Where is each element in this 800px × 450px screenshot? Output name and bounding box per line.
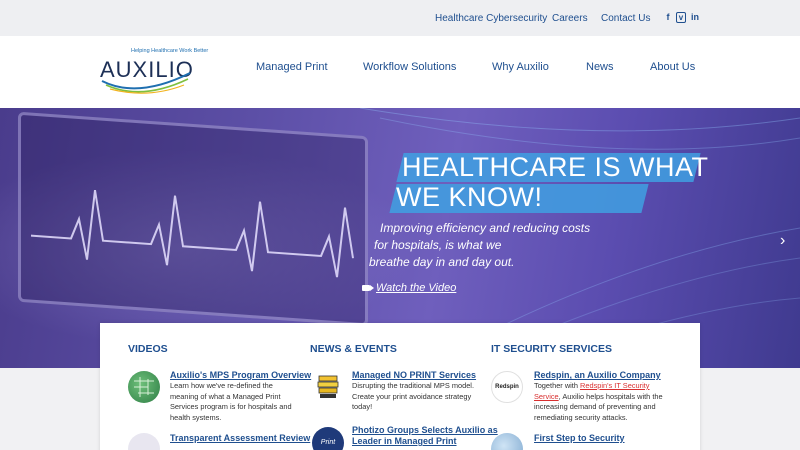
no-print-thumbnail[interactable]: [312, 370, 344, 402]
contact-us-link[interactable]: Contact Us: [601, 13, 650, 24]
print-thumbnail[interactable]: Print: [312, 427, 344, 450]
redspin-logo-thumbnail[interactable]: Redspin: [491, 371, 523, 403]
photizo-title-line1: Photizo Groups Selects Auxilio as: [352, 425, 498, 435]
photizo-title-line2: Leader in Managed Print: [352, 436, 457, 446]
video-camera-icon: [362, 285, 374, 291]
healthcare-cybersecurity-link[interactable]: Healthcare Cybersecurity: [435, 13, 547, 24]
circuit-board-thumbnail[interactable]: [128, 371, 160, 403]
no-print-services-desc: Disrupting the traditional MPS model. Cr…: [352, 381, 475, 411]
watch-video-label: Watch the Video: [376, 282, 457, 294]
redspin-company-link[interactable]: Redspin, an Auxilio Company: [534, 370, 661, 381]
paper-stack-icon: [317, 375, 339, 398]
photizo-leader-link[interactable]: Photizo Groups Selects Auxilio as Leader…: [352, 425, 498, 447]
nav-managed-print[interactable]: Managed Print: [256, 61, 328, 73]
circuit-icon: [134, 377, 154, 397]
auxilio-logo[interactable]: Helping Healthcare Work Better AUXILIO: [98, 47, 213, 95]
carousel-next-arrow-icon[interactable]: ›: [780, 232, 785, 250]
nav-why-auxilio[interactable]: Why Auxilio: [492, 61, 549, 73]
first-step-security-link[interactable]: First Step to Security: [534, 433, 625, 444]
content-panel: VIDEOS Auxilio's MPS Program Overview Le…: [100, 323, 700, 450]
utility-bar: Healthcare Cybersecurity Careers Contact…: [0, 0, 800, 36]
videos-heading: VIDEOS: [128, 343, 168, 355]
logo-tagline: Helping Healthcare Work Better: [131, 48, 209, 54]
hero-headline-line2: WE KNOW!: [396, 182, 543, 212]
hero-subcopy-line2: for hospitals, is what we: [374, 238, 502, 252]
nav-workflow-solutions[interactable]: Workflow Solutions: [363, 61, 456, 73]
transparent-assessment-link[interactable]: Transparent Assessment Review: [170, 433, 310, 444]
careers-link[interactable]: Careers: [552, 13, 588, 24]
linkedin-icon[interactable]: in: [690, 12, 700, 23]
heart-monitor-image: [18, 111, 368, 327]
site-header: Helping Healthcare Work Better AUXILIO M…: [0, 36, 800, 108]
watch-video-link[interactable]: Watch the Video: [362, 282, 456, 294]
no-print-services-link[interactable]: Managed NO PRINT Services: [352, 370, 476, 381]
news-events-heading: NEWS & EVENTS: [310, 343, 397, 355]
nav-news[interactable]: News: [586, 61, 614, 73]
it-security-heading: IT SECURITY SERVICES: [491, 343, 612, 355]
hero-subcopy-line1: Improving efficiency and reducing costs: [380, 221, 591, 235]
redspin-desc-lead: Together with: [534, 381, 581, 390]
mps-overview-desc: Learn how we've re-defined the meaning o…: [170, 381, 292, 422]
assessment-thumbnail[interactable]: [128, 433, 160, 450]
logo-swoosh-icon: [101, 72, 191, 94]
ekg-line-icon: [31, 189, 354, 278]
nav-about-us[interactable]: About Us: [650, 61, 695, 73]
hero-subcopy-line3: breathe day in and day out.: [369, 255, 515, 269]
facebook-icon[interactable]: f: [663, 12, 673, 23]
redspin-desc: Together with Redspin's IT Security Serv…: [534, 381, 674, 423]
hero-headline-line1: HEALTHCARE IS WHAT: [402, 152, 709, 182]
mps-overview-video-link[interactable]: Auxilio's MPS Program Overview: [170, 370, 311, 381]
vimeo-icon[interactable]: v: [676, 12, 686, 23]
